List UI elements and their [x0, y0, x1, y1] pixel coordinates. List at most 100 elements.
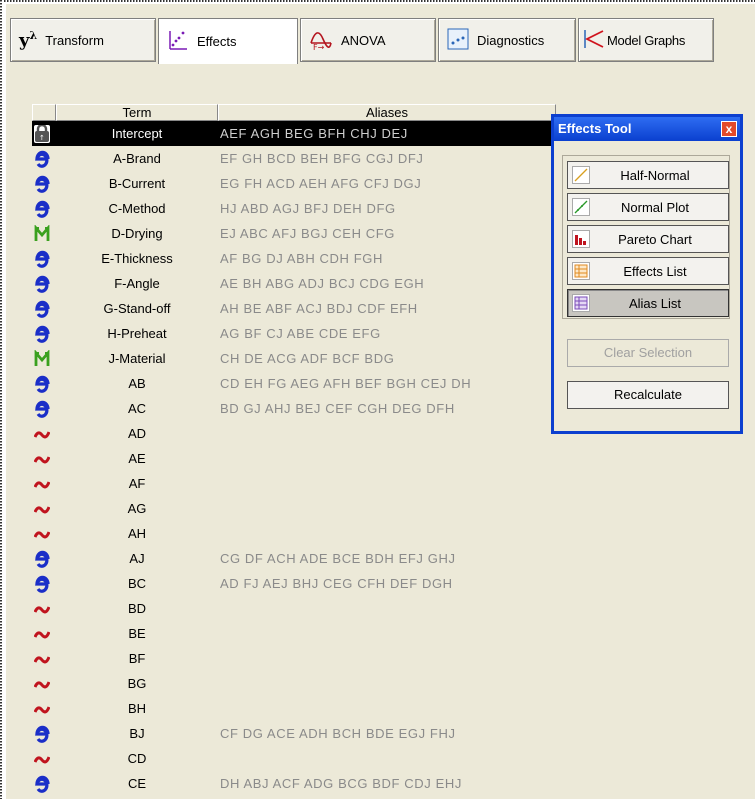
term-cell: AH — [127, 526, 147, 541]
half-normal-button[interactable]: Half-Normal — [567, 161, 729, 189]
model-graphs-icon — [583, 28, 605, 53]
aliases-cell: AF BG DJ ABH CDH FGH — [220, 251, 383, 266]
error-term-icon[interactable] — [33, 500, 51, 518]
term-cell: H-Preheat — [107, 326, 167, 341]
table-row[interactable]: BD — [32, 596, 556, 621]
estimated-effect-icon[interactable] — [34, 300, 50, 318]
table-row[interactable]: B-Current EG FH ACD AEH AFG CFJ DGJ — [32, 171, 556, 196]
term-cell: AJ — [129, 551, 145, 566]
aliases-cell: CH DE ACG ADF BCF BDG — [220, 351, 395, 366]
anova-icon: F→ — [309, 27, 333, 54]
estimated-effect-icon[interactable] — [34, 325, 50, 343]
term-cell: BG — [127, 676, 147, 691]
header-icon-col — [32, 104, 56, 121]
estimated-effect-icon[interactable] — [34, 175, 50, 193]
table-row[interactable]: ↑ Intercept AEF AGH BEG BFH CHJ DEJ — [32, 121, 556, 146]
table-row[interactable]: G-Stand-off AH BE ABF ACJ BDJ CDF EFH — [32, 296, 556, 321]
error-term-icon[interactable] — [33, 650, 51, 668]
error-term-icon[interactable] — [33, 425, 51, 443]
normal-plot-button[interactable]: Normal Plot — [567, 193, 729, 221]
estimated-effect-icon[interactable] — [34, 550, 50, 568]
estimated-effect-icon[interactable] — [34, 150, 50, 168]
transform-icon: yλ — [19, 29, 38, 51]
aliases-cell: CD EH FG AEG AFH BEF BGH CEJ DH — [220, 376, 472, 391]
lock-icon[interactable]: ↑ — [34, 123, 50, 143]
table-row[interactable]: BC AD FJ AEJ BHJ CEG CFH DEF DGH — [32, 571, 556, 596]
effects-tool-titlebar[interactable]: Effects Tool x — [554, 117, 740, 141]
effects-icon — [167, 29, 189, 54]
table-row[interactable]: AJ CG DF ACH ADE BCE BDH EFJ GHJ — [32, 546, 556, 571]
table-row[interactable]: CE DH ABJ ACF ADG BCG BDF CDJ EHJ — [32, 771, 556, 796]
table-row[interactable]: BF — [32, 646, 556, 671]
aliases-cell: CG DF ACH ADE BCE BDH EFJ GHJ — [220, 551, 456, 566]
toolbar: yλ Transform Effects F→ ANOVA Diagnostic… — [10, 18, 716, 64]
table-row[interactable]: AC BD GJ AHJ BEJ CEF CGH DEG DFH — [32, 396, 556, 421]
anova-button[interactable]: F→ ANOVA — [300, 18, 436, 62]
effects-tool-window: Effects Tool x Half-Normal Normal Plot P… — [551, 114, 743, 434]
diagnostics-button[interactable]: Diagnostics — [438, 18, 576, 62]
term-cell: AD — [127, 426, 147, 441]
table-row[interactable]: BG — [32, 671, 556, 696]
table-row[interactable]: AH — [32, 521, 556, 546]
term-cell: G-Stand-off — [103, 301, 171, 316]
term-cell: D-Drying — [111, 226, 163, 241]
table-row[interactable]: D-Drying EJ ABC AFJ BGJ CEH CFG — [32, 221, 556, 246]
error-term-icon[interactable] — [33, 675, 51, 693]
table-row[interactable]: E-Thickness AF BG DJ ABH CDH FGH — [32, 246, 556, 271]
table-body: ↑ Intercept AEF AGH BEG BFH CHJ DEJ A-Brand… — [32, 121, 556, 796]
model-term-icon[interactable] — [34, 349, 50, 368]
table-row[interactable]: J-Material CH DE ACG ADF BCF BDG — [32, 346, 556, 371]
header-term[interactable]: Term — [56, 104, 218, 121]
estimated-effect-icon[interactable] — [34, 275, 50, 293]
term-cell: F-Angle — [114, 276, 160, 291]
error-term-icon[interactable] — [33, 525, 51, 543]
table-row[interactable]: F-Angle AE BH ABG ADJ BCJ CDG EGH — [32, 271, 556, 296]
term-cell: A-Brand — [113, 151, 161, 166]
model-term-icon[interactable] — [34, 224, 50, 243]
model-graphs-button[interactable]: Model Graphs — [578, 18, 714, 62]
aliases-cell: AH BE ABF ACJ BDJ CDF EFH — [220, 301, 418, 316]
estimated-effect-icon[interactable] — [34, 400, 50, 418]
estimated-effect-icon[interactable] — [34, 725, 50, 743]
error-term-icon[interactable] — [33, 600, 51, 618]
estimated-effect-icon[interactable] — [34, 575, 50, 593]
estimated-effect-icon[interactable] — [34, 775, 50, 793]
effects-list-button[interactable]: Effects List — [567, 257, 729, 285]
error-term-icon[interactable] — [33, 750, 51, 768]
term-cell: BH — [127, 701, 147, 716]
table-row[interactable]: H-Preheat AG BF CJ ABE CDE EFG — [32, 321, 556, 346]
estimated-effect-icon[interactable] — [34, 200, 50, 218]
table-row[interactable]: AB CD EH FG AEG AFH BEF BGH CEJ DH — [32, 371, 556, 396]
table-row[interactable]: C-Method HJ ABD AGJ BFJ DEH DFG — [32, 196, 556, 221]
estimated-effect-icon[interactable] — [34, 375, 50, 393]
pareto-chart-button[interactable]: Pareto Chart — [567, 225, 729, 253]
effects-label: Effects — [197, 34, 237, 49]
alias-list-button[interactable]: Alias List — [567, 289, 729, 317]
table-row[interactable]: BJ CF DG ACE ADH BCH BDE EGJ FHJ — [32, 721, 556, 746]
error-term-icon[interactable] — [33, 450, 51, 468]
term-cell: AC — [127, 401, 147, 416]
table-row[interactable]: BE — [32, 621, 556, 646]
aliases-cell: HJ ABD AGJ BFJ DEH DFG — [220, 201, 396, 216]
effects-button[interactable]: Effects — [158, 18, 298, 64]
table-row[interactable]: CD — [32, 746, 556, 771]
table-row[interactable]: AD — [32, 421, 556, 446]
table-row[interactable]: AF — [32, 471, 556, 496]
table-row[interactable]: AE — [32, 446, 556, 471]
table-row[interactable]: BH — [32, 696, 556, 721]
error-term-icon[interactable] — [33, 700, 51, 718]
header-aliases[interactable]: Aliases — [218, 104, 556, 121]
normal-plot-icon — [572, 198, 590, 216]
table-row[interactable]: A-Brand EF GH BCD BEH BFG CGJ DFJ — [32, 146, 556, 171]
transform-button[interactable]: yλ Transform — [10, 18, 156, 62]
recalculate-button[interactable]: Recalculate — [567, 381, 729, 409]
error-term-icon[interactable] — [33, 475, 51, 493]
term-cell: E-Thickness — [101, 251, 173, 266]
term-cell: BJ — [129, 726, 145, 741]
aliases-cell: BD GJ AHJ BEJ CEF CGH DEG DFH — [220, 401, 455, 416]
estimated-effect-icon[interactable] — [34, 250, 50, 268]
error-term-icon[interactable] — [33, 625, 51, 643]
clear-selection-button[interactable]: Clear Selection — [567, 339, 729, 367]
table-row[interactable]: AG — [32, 496, 556, 521]
close-icon[interactable]: x — [721, 121, 737, 137]
